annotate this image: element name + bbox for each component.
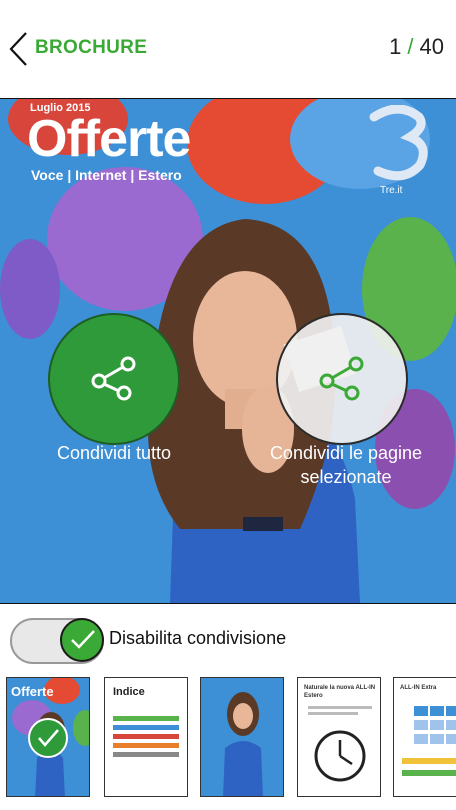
thumbnail-page-2[interactable]: Indice <box>104 677 188 797</box>
toggle-knob <box>60 618 104 662</box>
cover-brand: Tre.it <box>380 185 403 196</box>
disable-sharing-label: Disabilita condivisione <box>109 628 287 648</box>
thumbnail-title: Offerte <box>11 684 54 699</box>
share-icon <box>91 356 136 401</box>
share-selected-label: Condividi le pagine selezionate <box>269 443 423 487</box>
share-all-label: Condividi tutto <box>56 443 172 463</box>
page-total: 40 <box>419 34 444 59</box>
page-current: 1 <box>389 34 402 59</box>
thumbnail-image <box>113 716 179 757</box>
thumbnail-image <box>308 706 372 782</box>
check-icon <box>71 630 95 649</box>
page-separator: / <box>407 34 414 59</box>
share-all-button[interactable] <box>48 313 180 445</box>
share-icon <box>319 356 364 401</box>
brand-logo <box>369 105 428 181</box>
disable-sharing-row: Disabilita condivisione <box>0 612 456 668</box>
selected-check-icon <box>28 718 68 758</box>
thumbnail-page-4[interactable]: Naturale la nuova ALL-IN Estero <box>297 677 381 797</box>
thumbnail-page-5[interactable]: ALL-IN Extra <box>393 677 456 797</box>
cover-subtitle: Voce | Internet | Estero <box>31 167 182 183</box>
back-icon[interactable] <box>6 30 32 68</box>
cover-title: Offerte <box>27 110 191 168</box>
thumbnail-page-1[interactable]: Offerte <box>6 677 90 797</box>
app-header: BROCHURE 1/40 <box>0 0 456 98</box>
thumbnail-page-3[interactable] <box>200 677 284 797</box>
brochure-cover[interactable]: Luglio 2015 Offerte Voce | Internet | Es… <box>0 98 456 604</box>
share-selected-button[interactable] <box>276 313 408 445</box>
page-thumbnails: Offerte Indice Naturale la nuova ALL-IN … <box>0 677 456 801</box>
page-title: BROCHURE <box>35 37 148 58</box>
disable-sharing-toggle[interactable] <box>10 618 104 664</box>
thumbnail-image <box>223 692 263 796</box>
page-counter: 1/40 <box>389 34 444 60</box>
thumbnail-image <box>402 706 456 776</box>
